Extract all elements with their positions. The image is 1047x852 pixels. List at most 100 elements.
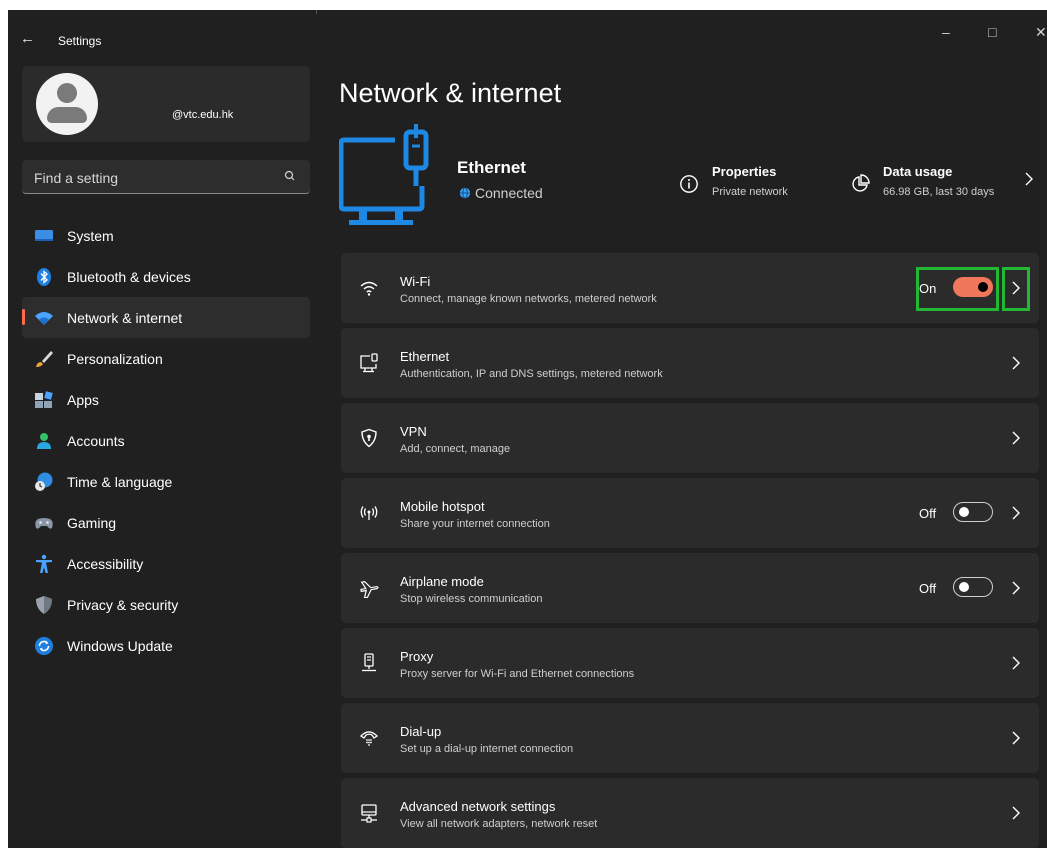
properties-title: Properties [712, 164, 777, 179]
account-icon [37, 433, 51, 449]
advanced-network-settings-card[interactable]: Advanced network settings View all netwo… [341, 778, 1039, 848]
active-indicator [22, 309, 25, 325]
properties-subtitle: Private network [712, 186, 788, 198]
vpn-shield-icon [361, 428, 377, 448]
user-profile-card[interactable]: @vtc.edu.hk [22, 66, 310, 142]
airplane-icon [360, 580, 379, 598]
update-icon [35, 637, 53, 655]
ethernet-monitor-icon [339, 124, 429, 225]
sidebar-item-personalization[interactable]: Personalization [22, 338, 310, 379]
sidebar-item-gaming[interactable]: Gaming [22, 502, 310, 543]
wifi-icon [35, 312, 53, 325]
sidebar-item-accounts[interactable]: Accounts [22, 420, 310, 461]
maximize-button[interactable]: □ [988, 24, 996, 40]
avatar-head [57, 83, 77, 103]
card-title: Advanced network settings [400, 799, 556, 814]
sidebar-item-label: Bluetooth & devices [67, 269, 191, 285]
card-subtitle: Set up a dial-up internet connection [400, 743, 574, 755]
chevron-right-icon[interactable] [1024, 172, 1034, 186]
proxy-card[interactable]: Proxy Proxy server for Wi-Fi and Etherne… [341, 628, 1039, 698]
globe-clock-icon [35, 472, 53, 491]
sidebar-item-label: Apps [67, 392, 99, 408]
wifi-icon [360, 281, 378, 296]
card-title: VPN [400, 424, 427, 439]
connection-status: Connected [459, 185, 543, 201]
hotspot-toggle-label: Off [919, 506, 937, 521]
ethernet-card[interactable]: Ethernet Authentication, IP and DNS sett… [341, 328, 1039, 398]
gamepad-icon [35, 518, 53, 529]
hotspot-toggle[interactable] [953, 502, 993, 522]
close-button[interactable]: ✕ [1035, 24, 1047, 41]
sidebar-item-label: Gaming [67, 515, 117, 531]
connection-name: Ethernet [457, 158, 526, 177]
pie-chart-icon [852, 174, 870, 192]
sidebar-item-windows-update[interactable]: Windows Update [22, 625, 310, 666]
wifi-chevron-highlight [1002, 267, 1030, 311]
page-title: Network & internet [339, 78, 562, 108]
sidebar-item-label: Time & language [67, 474, 173, 490]
card-subtitle: Stop wireless communication [400, 593, 543, 605]
apps-icon [35, 391, 53, 408]
sidebar-item-time-language[interactable]: Time & language [22, 461, 310, 502]
card-subtitle: Add, connect, manage [400, 443, 511, 455]
title-bar: ← Settings – □ ✕ [8, 10, 1047, 60]
card-title: Dial-up [400, 724, 442, 739]
card-subtitle: Share your internet connection [400, 518, 550, 530]
chevron-right-icon[interactable] [1011, 506, 1021, 520]
airplane-mode-toggle[interactable] [953, 577, 993, 597]
minimize-button[interactable]: – [942, 24, 950, 40]
sidebar-item-apps[interactable]: Apps [22, 379, 310, 420]
paintbrush-icon [36, 351, 53, 367]
sidebar-item-label: Accounts [67, 433, 125, 449]
chevron-right-icon[interactable] [1011, 356, 1021, 370]
mobile-hotspot-card[interactable]: Mobile hotspot Share your internet conne… [341, 478, 1039, 548]
bluetooth-icon [37, 268, 51, 286]
hotspot-icon [360, 506, 378, 520]
search-input[interactable]: Find a setting [22, 160, 310, 194]
chevron-right-icon[interactable] [1011, 431, 1021, 445]
sidebar-item-label: Windows Update [67, 638, 173, 654]
card-title: Mobile hotspot [400, 499, 485, 514]
sidebar-item-privacy-security[interactable]: Privacy & security [22, 584, 310, 625]
dialup-icon [359, 731, 379, 746]
data-usage-title: Data usage [883, 164, 953, 179]
data-usage-subtitle: 66.98 GB, last 30 days [883, 186, 995, 198]
sidebar-item-label: System [67, 228, 114, 244]
airplane-toggle-label: Off [919, 581, 937, 596]
dial-up-card[interactable]: Dial-up Set up a dial-up internet connec… [341, 703, 1039, 773]
sidebar-nav: System Bluetooth & devices Network & int… [22, 215, 310, 666]
vpn-card[interactable]: VPN Add, connect, manage [341, 403, 1039, 473]
sidebar-item-label: Accessibility [67, 556, 144, 572]
airplane-mode-card[interactable]: Airplane mode Stop wireless communicatio… [341, 553, 1039, 623]
title-bar-divider [316, 10, 317, 14]
toggle-knob [959, 582, 969, 592]
sidebar-item-label: Personalization [67, 351, 163, 367]
proxy-icon [362, 653, 376, 672]
sidebar-item-system[interactable]: System [22, 215, 310, 256]
settings-window: ← Settings – □ ✕ @vtc.edu.hk Find a sett… [8, 10, 1047, 848]
chevron-right-icon[interactable] [1011, 806, 1021, 820]
sidebar-item-label: Privacy & security [67, 597, 179, 613]
card-subtitle: Authentication, IP and DNS settings, met… [400, 368, 663, 380]
chevron-right-icon[interactable] [1011, 731, 1021, 745]
toggle-knob [959, 507, 969, 517]
search-placeholder: Find a setting [34, 170, 119, 186]
sidebar-item-network[interactable]: Network & internet [22, 297, 310, 338]
sidebar-item-label: Network & internet [67, 310, 183, 326]
card-title: Proxy [400, 649, 434, 664]
sidebar-item-bluetooth[interactable]: Bluetooth & devices [22, 256, 310, 297]
card-subtitle: View all network adapters, network reset [400, 818, 598, 830]
card-title: Ethernet [400, 349, 450, 364]
sidebar-item-accessibility[interactable]: Accessibility [22, 543, 310, 584]
chevron-right-icon[interactable] [1011, 656, 1021, 670]
user-email: @vtc.edu.hk [172, 109, 234, 121]
info-icon [680, 175, 698, 193]
accessibility-icon [36, 554, 52, 573]
globe-icon [459, 187, 471, 199]
advanced-network-icon [361, 804, 377, 823]
wifi-toggle-highlight [916, 267, 999, 311]
back-arrow-icon[interactable]: ← [20, 30, 35, 47]
chevron-right-icon[interactable] [1011, 581, 1021, 595]
shield-icon [36, 596, 52, 614]
card-subtitle: Proxy server for Wi-Fi and Ethernet conn… [400, 668, 635, 680]
